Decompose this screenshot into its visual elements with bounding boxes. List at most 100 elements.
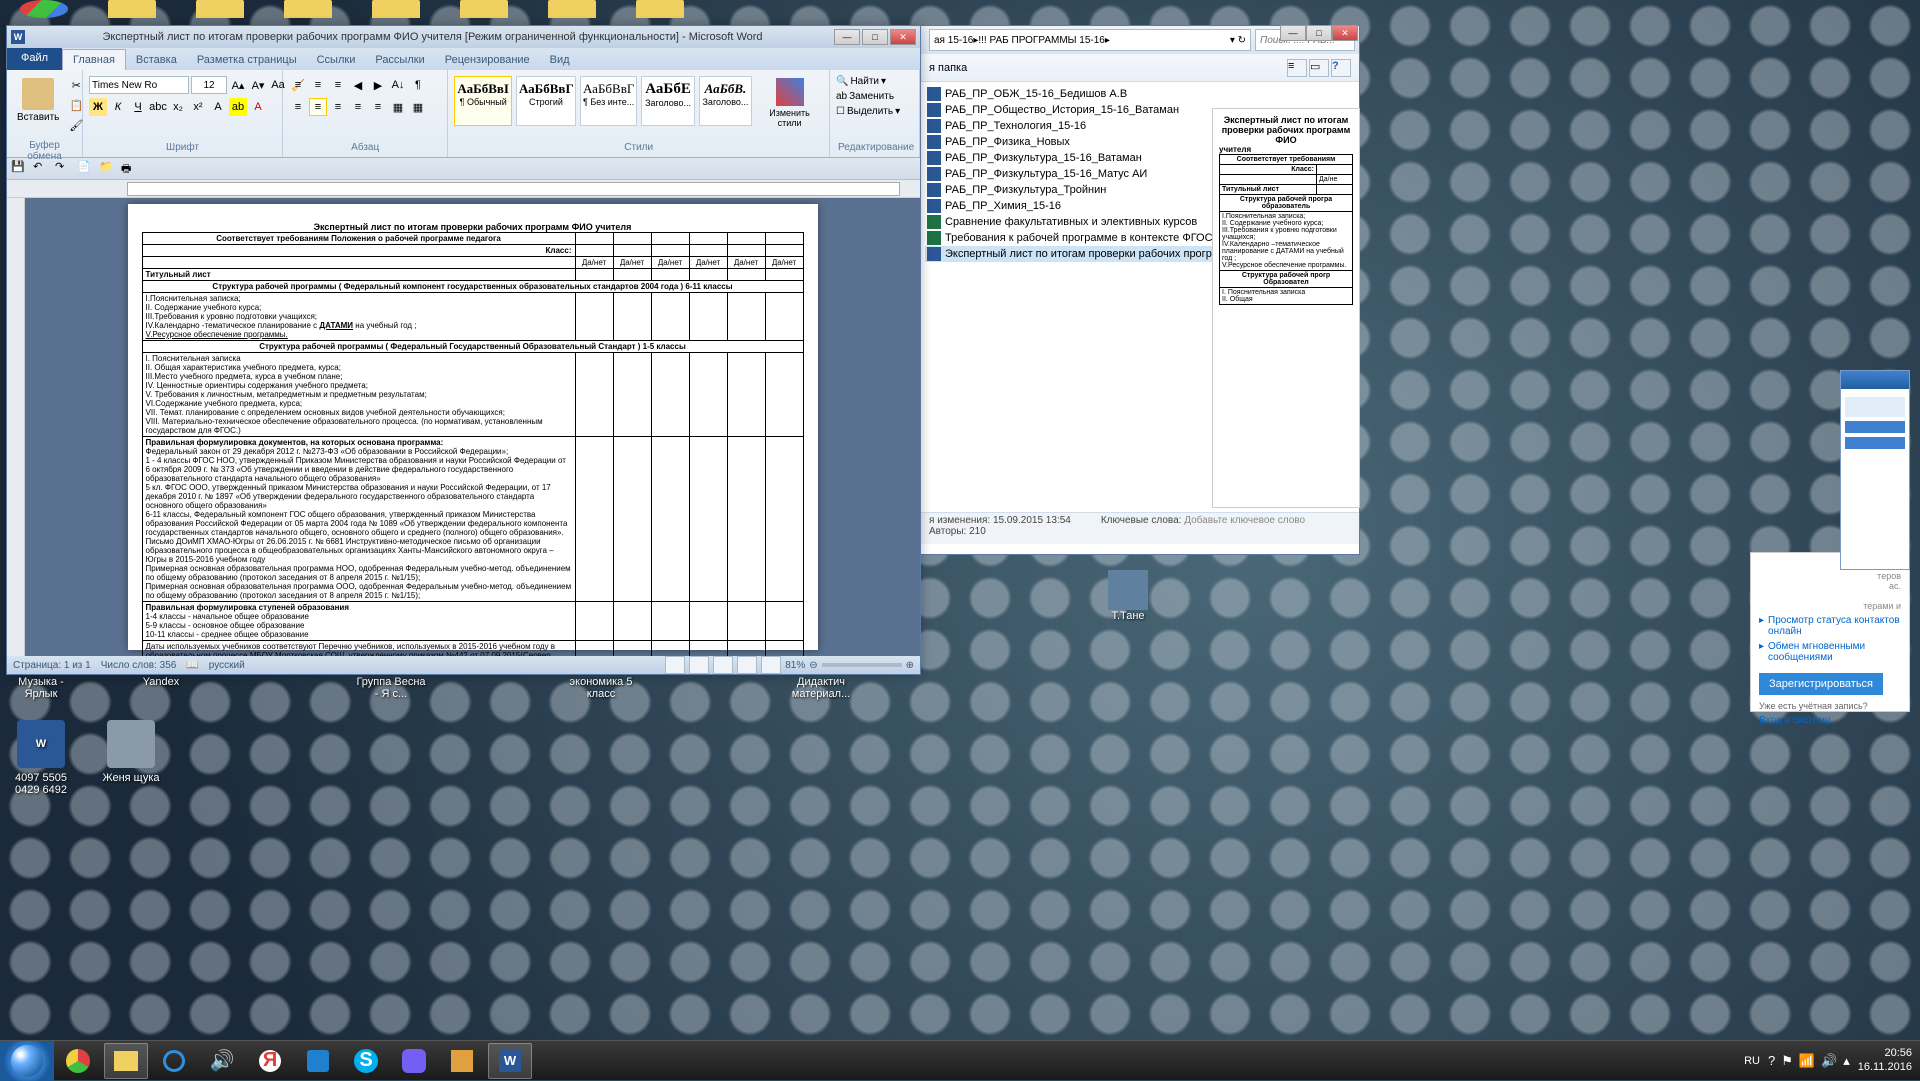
desktop-shortcut-word[interactable]: W 4097 5505 0429 6492 <box>6 720 76 796</box>
folder-icon[interactable] <box>636 0 684 18</box>
page-indicator[interactable]: Страница: 1 из 1 <box>13 660 91 671</box>
folder-icon[interactable] <box>284 0 332 18</box>
tab-layout[interactable]: Разметка страницы <box>187 50 307 70</box>
taskbar-chrome[interactable] <box>56 1043 100 1079</box>
align-left-button[interactable]: ≡ <box>289 98 307 116</box>
minimize-button[interactable]: — <box>834 29 860 45</box>
folder-icon[interactable] <box>372 0 420 18</box>
folder-icon[interactable] <box>460 0 508 18</box>
style-normal[interactable]: АаБбВвI¶ Обычный <box>454 76 512 126</box>
borders-button[interactable]: ▦ <box>409 98 427 116</box>
explorer-minimize[interactable]: — <box>1280 25 1306 41</box>
language-indicator[interactable]: RU <box>1744 1055 1760 1067</box>
zoom-in-button[interactable]: ⊕ <box>906 660 914 671</box>
paste-button[interactable]: Вставить <box>13 76 63 125</box>
strike-button[interactable]: abc <box>149 98 167 116</box>
select-button[interactable]: ☐ Выделить ▾ <box>836 106 900 117</box>
taskbar-ie[interactable] <box>152 1043 196 1079</box>
help-button[interactable]: ? <box>1331 59 1351 77</box>
style-h2[interactable]: АаБбВ.Заголово... <box>699 76 752 126</box>
view-reading-button[interactable] <box>689 656 709 674</box>
address-bar[interactable]: ая 15-16 ▸ !!! РАБ ПРОГРАММЫ 15-16 ▸ ▾ ↻ <box>929 29 1251 51</box>
taskbar-word[interactable]: W <box>488 1043 532 1079</box>
desktop-shortcut-tane[interactable]: Т.Тане <box>1108 570 1148 622</box>
shading-button[interactable]: ▦ <box>389 98 407 116</box>
explorer-maximize[interactable]: □ <box>1306 25 1332 41</box>
messenger-titlebar[interactable] <box>1841 371 1909 389</box>
horizontal-ruler[interactable] <box>7 180 920 198</box>
font-size-select[interactable] <box>191 76 227 94</box>
inc-indent-button[interactable]: ▶ <box>369 76 387 94</box>
spell-check-icon[interactable]: 📖 <box>186 660 198 671</box>
italic-button[interactable]: К <box>109 98 127 116</box>
taskbar-teamviewer[interactable] <box>296 1043 340 1079</box>
taskbar-skype[interactable]: S <box>344 1043 388 1079</box>
numbering-button[interactable]: ≡ <box>309 76 327 94</box>
taskbar-yandex[interactable]: Я <box>248 1043 292 1079</box>
bullets-button[interactable]: ≡ <box>289 76 307 94</box>
start-button[interactable] <box>0 1041 54 1081</box>
clock[interactable]: 20:56 16.11.2016 <box>1858 1047 1912 1073</box>
preview-pane-button[interactable]: ▭ <box>1309 59 1329 77</box>
grow-font-button[interactable]: A▴ <box>229 76 247 94</box>
zoom-out-button[interactable]: ⊖ <box>809 660 817 671</box>
style-nospacing[interactable]: АаБбВвГ¶ Без инте... <box>580 76 637 126</box>
language-indicator[interactable]: русский <box>209 660 245 671</box>
vertical-ruler[interactable] <box>7 198 25 656</box>
show-marks-button[interactable]: ¶ <box>409 76 427 94</box>
tab-review[interactable]: Рецензирование <box>435 50 540 70</box>
tab-mailings[interactable]: Рассылки <box>365 50 434 70</box>
zoom-slider[interactable] <box>822 663 902 667</box>
superscript-button[interactable]: x² <box>189 98 207 116</box>
file-item[interactable]: РАБ_ПР_ОБЖ_15-16_Бедишов А.В <box>925 86 1355 102</box>
tab-view[interactable]: Вид <box>540 50 580 70</box>
bold-button[interactable]: Ж <box>89 98 107 116</box>
font-color-button[interactable]: A <box>249 98 267 116</box>
taskbar-sound[interactable]: 🔊 <box>200 1043 244 1079</box>
maximize-button[interactable]: □ <box>862 29 888 45</box>
desktop-shortcut-yandex[interactable]: Yandex <box>126 676 196 700</box>
word-count[interactable]: Число слов: 356 <box>101 660 177 671</box>
explorer-close[interactable]: ✕ <box>1332 25 1358 41</box>
redo-button[interactable]: ↷ <box>55 160 73 178</box>
font-name-select[interactable] <box>89 76 189 94</box>
align-center-button[interactable]: ≡ <box>309 98 327 116</box>
subscript-button[interactable]: x₂ <box>169 98 187 116</box>
view-outline-button[interactable] <box>737 656 757 674</box>
taskbar-explorer[interactable] <box>104 1043 148 1079</box>
folder-icon[interactable] <box>548 0 596 18</box>
view-mode-button[interactable]: ≡ <box>1287 59 1307 77</box>
folder-icon[interactable] <box>108 0 156 18</box>
tray-help-icon[interactable]: ? <box>1768 1053 1775 1069</box>
messenger-window[interactable] <box>1840 370 1910 570</box>
qat-button[interactable]: 📄 <box>77 160 95 178</box>
highlight-button[interactable]: ab <box>229 98 247 116</box>
view-draft-button[interactable] <box>761 656 781 674</box>
taskbar-viber[interactable] <box>392 1043 436 1079</box>
close-button[interactable]: ✕ <box>890 29 916 45</box>
tab-insert[interactable]: Вставка <box>126 50 187 70</box>
justify-button[interactable]: ≡ <box>349 98 367 116</box>
tab-file[interactable]: Файл <box>7 48 62 70</box>
desktop-shortcut-didact[interactable]: Дидактич материал... <box>786 676 856 700</box>
save-button[interactable]: 💾 <box>11 160 29 178</box>
chrome-shortcut[interactable] <box>20 0 68 18</box>
underline-button[interactable]: Ч <box>129 98 147 116</box>
style-h1[interactable]: АаБбЕЗаголово... <box>641 76 694 126</box>
shrink-font-button[interactable]: A▾ <box>249 76 267 94</box>
multilevel-button[interactable]: ≡ <box>329 76 347 94</box>
tray-flag-icon[interactable]: ⚑ <box>1781 1053 1793 1069</box>
tray-volume-icon[interactable]: 🔊 <box>1821 1053 1837 1069</box>
taskbar-app[interactable] <box>440 1043 484 1079</box>
word-titlebar[interactable]: W Экспертный лист по итогам проверки раб… <box>7 26 920 48</box>
folder-icon[interactable] <box>196 0 244 18</box>
replace-button[interactable]: ab Заменить <box>836 91 894 102</box>
zoom-label[interactable]: 81% <box>785 660 805 671</box>
line-spacing-button[interactable]: ≡ <box>369 98 387 116</box>
qat-button[interactable]: 🖶 <box>121 160 139 178</box>
messaging-link[interactable]: ▸ Обмен мгновенными сообщениями <box>1759 641 1901 663</box>
login-link[interactable]: Вход в систему <box>1759 715 1901 726</box>
desktop-shortcut-econ[interactable]: экономика 5 класс <box>566 676 636 700</box>
tray-chevron-icon[interactable]: ▴ <box>1843 1053 1850 1069</box>
document-page[interactable]: Экспертный лист по итогам проверки рабоч… <box>128 204 818 650</box>
